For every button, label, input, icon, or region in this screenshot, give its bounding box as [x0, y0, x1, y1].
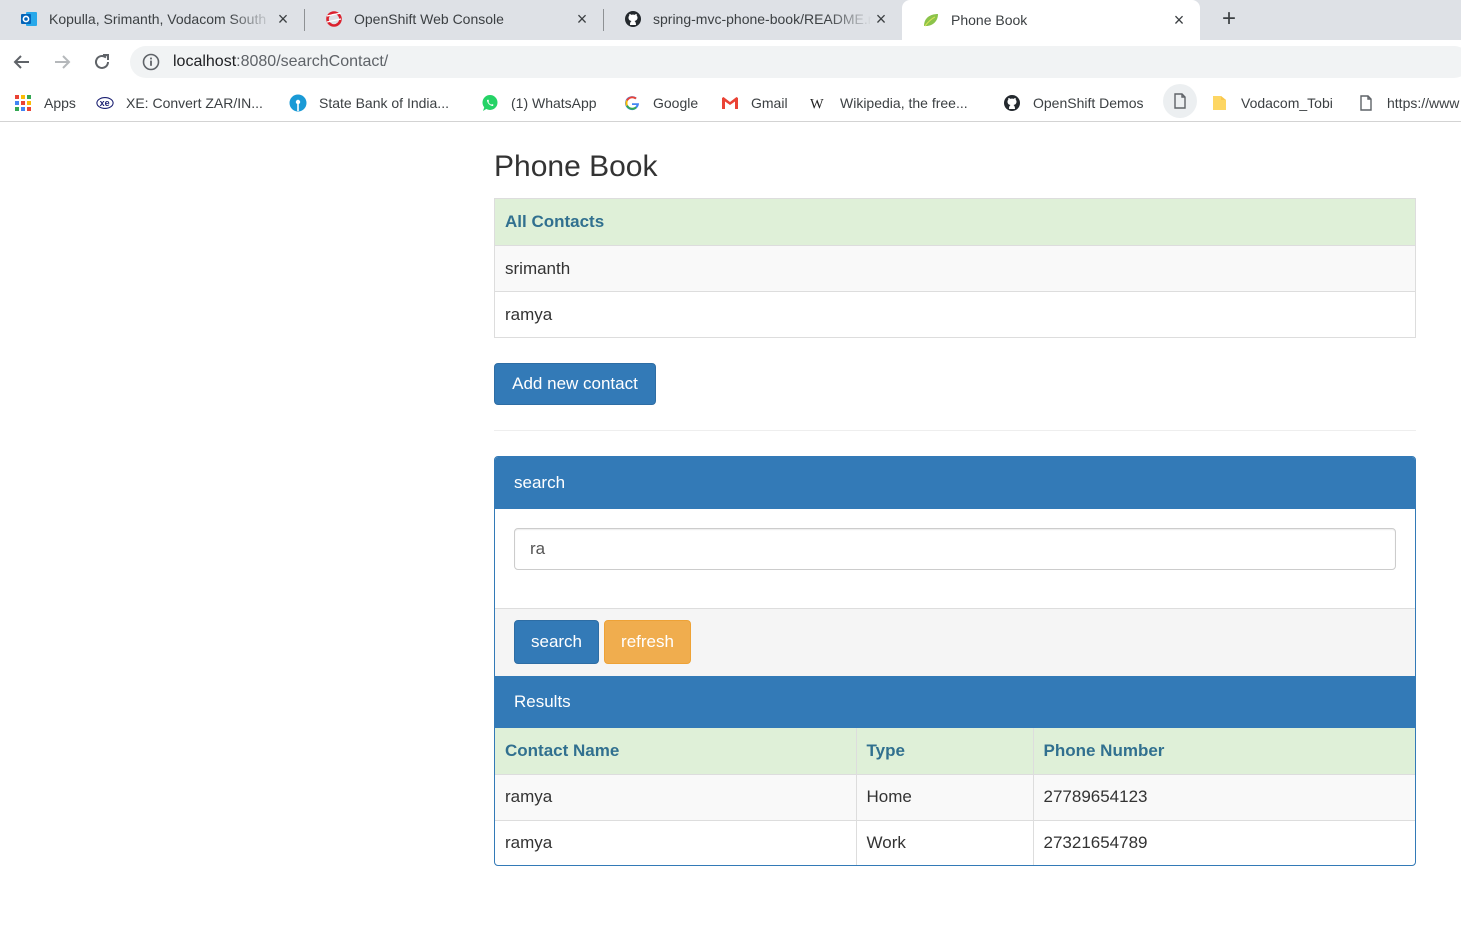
table-header-row: Contact Name Type Phone Number: [495, 728, 1415, 774]
divider: [494, 430, 1416, 431]
bookmark-label: Wikipedia, the free...: [840, 95, 968, 111]
google-icon: [623, 94, 641, 112]
tab-title: spring-mvc-phone-book/README.md: [653, 11, 872, 27]
tab-title: Phone Book: [951, 12, 1028, 28]
apps-grid-icon: [14, 94, 32, 112]
search-input[interactable]: ra: [514, 528, 1396, 570]
svg-text:W: W: [810, 96, 824, 112]
browser-toolbar: localhost:8080/searchContact/: [0, 40, 1461, 84]
bookmark-label: Apps: [44, 95, 76, 111]
bookmark-wikipedia[interactable]: W Wikipedia, the free...: [810, 92, 968, 114]
cell-contact-name: ramya: [495, 819, 856, 865]
tab-title: OpenShift Web Console: [354, 11, 504, 27]
bookmark-page-icon-button[interactable]: [1163, 84, 1197, 118]
github-icon: [625, 11, 641, 27]
cell-type: Work: [855, 819, 1033, 865]
contacts-list: All Contacts srimanth ramya: [494, 198, 1416, 338]
table-row: ramya Work 27321654789: [495, 819, 1415, 865]
tab-phone-book[interactable]: Phone Book ×: [902, 0, 1200, 40]
search-panel: search ra search refresh Results Contact…: [494, 456, 1416, 866]
svg-text:xe: xe: [100, 98, 110, 108]
new-tab-icon[interactable]: +: [1217, 7, 1241, 32]
cell-type: Home: [855, 773, 1033, 820]
bookmark-label: (1) WhatsApp: [511, 95, 597, 111]
tab-strip: Kopulla, Srimanth, Vodacom South × OpenS…: [0, 0, 1461, 40]
bookmark-label: Google: [653, 95, 699, 111]
column-header-type: Type: [855, 728, 1033, 774]
url-text: localhost:8080/searchContact/: [173, 53, 388, 71]
table-row: ramya Home 27789654123: [495, 773, 1415, 820]
sbi-icon: [289, 94, 307, 112]
results-table: Contact Name Type Phone Number ramya Hom…: [495, 728, 1415, 865]
url-path: :8080/searchContact/: [236, 53, 389, 70]
bookmark-openshift-demos[interactable]: OpenShift Demos: [1003, 92, 1144, 114]
column-header-phone-number: Phone Number: [1032, 728, 1415, 774]
close-icon[interactable]: ×: [573, 10, 591, 28]
url-host: localhost: [173, 53, 237, 70]
bookmark-whatsapp[interactable]: (1) WhatsApp: [481, 92, 597, 114]
openshift-icon: [326, 11, 342, 27]
reload-icon[interactable]: [90, 50, 114, 74]
tab-github-readme[interactable]: spring-mvc-phone-book/README.md ×: [604, 0, 902, 38]
wikipedia-icon: W: [810, 94, 828, 112]
tab-outlook[interactable]: Kopulla, Srimanth, Vodacom South ×: [0, 0, 304, 38]
cell-contact-name: ramya: [495, 773, 856, 820]
bookmark-https[interactable]: https://www: [1357, 92, 1459, 114]
bookmark-label: https://www: [1387, 95, 1460, 111]
bookmark-label: Vodacom_Tobi: [1241, 95, 1333, 111]
gmail-icon: [721, 94, 739, 112]
bookmark-label: Gmail: [751, 95, 788, 111]
xe-icon: xe: [96, 94, 114, 112]
bookmark-vodacom-tobi[interactable]: Vodacom_Tobi: [1211, 92, 1333, 114]
bookmark-gmail[interactable]: Gmail: [721, 92, 788, 114]
add-new-contact-button[interactable]: Add new contact: [494, 363, 656, 405]
info-icon[interactable]: [142, 53, 160, 71]
bookmark-xe[interactable]: xe XE: Convert ZAR/IN...: [96, 92, 263, 114]
tab-openshift[interactable]: OpenShift Web Console ×: [305, 0, 603, 38]
github-icon: [1003, 94, 1021, 112]
bookmark-sbi[interactable]: State Bank of India...: [289, 92, 449, 114]
cell-phone-number: 27789654123: [1032, 773, 1415, 820]
results-heading: Results: [495, 676, 1415, 728]
bookmark-apps[interactable]: Apps: [14, 92, 76, 114]
search-button[interactable]: search: [514, 620, 599, 664]
outlook-icon: [21, 12, 37, 26]
bookmark-label: XE: Convert ZAR/IN...: [126, 95, 263, 111]
search-panel-heading: search: [495, 457, 1415, 509]
page-icon: [1357, 94, 1375, 112]
refresh-button[interactable]: refresh: [604, 620, 691, 664]
back-arrow-icon[interactable]: [10, 50, 34, 74]
close-icon[interactable]: ×: [872, 10, 890, 28]
bookmark-label: State Bank of India...: [319, 95, 449, 111]
address-bar[interactable]: localhost:8080/searchContact/: [130, 46, 1461, 78]
cell-phone-number: 27321654789: [1032, 819, 1415, 865]
tab-title: Kopulla, Srimanth, Vodacom South: [49, 11, 267, 27]
column-header-contact-name: Contact Name: [505, 740, 620, 760]
page-icon: [1174, 93, 1186, 109]
spring-leaf-icon: [924, 14, 938, 27]
bookmark-google[interactable]: Google: [623, 92, 698, 114]
list-item[interactable]: ramya: [495, 291, 1415, 337]
whatsapp-icon: [481, 94, 499, 112]
search-panel-footer: search refresh: [495, 608, 1415, 676]
bookmarks-bar: Apps xe XE: Convert ZAR/IN... State Bank…: [0, 84, 1461, 122]
close-icon[interactable]: ×: [274, 10, 292, 28]
forward-arrow-icon[interactable]: [50, 50, 74, 74]
contacts-header: All Contacts: [495, 199, 1415, 245]
folder-icon: [1211, 94, 1229, 112]
page-title: Phone Book: [494, 150, 658, 183]
list-item[interactable]: srimanth: [495, 245, 1415, 291]
bookmark-label: OpenShift Demos: [1033, 95, 1144, 111]
close-icon[interactable]: ×: [1170, 11, 1188, 29]
